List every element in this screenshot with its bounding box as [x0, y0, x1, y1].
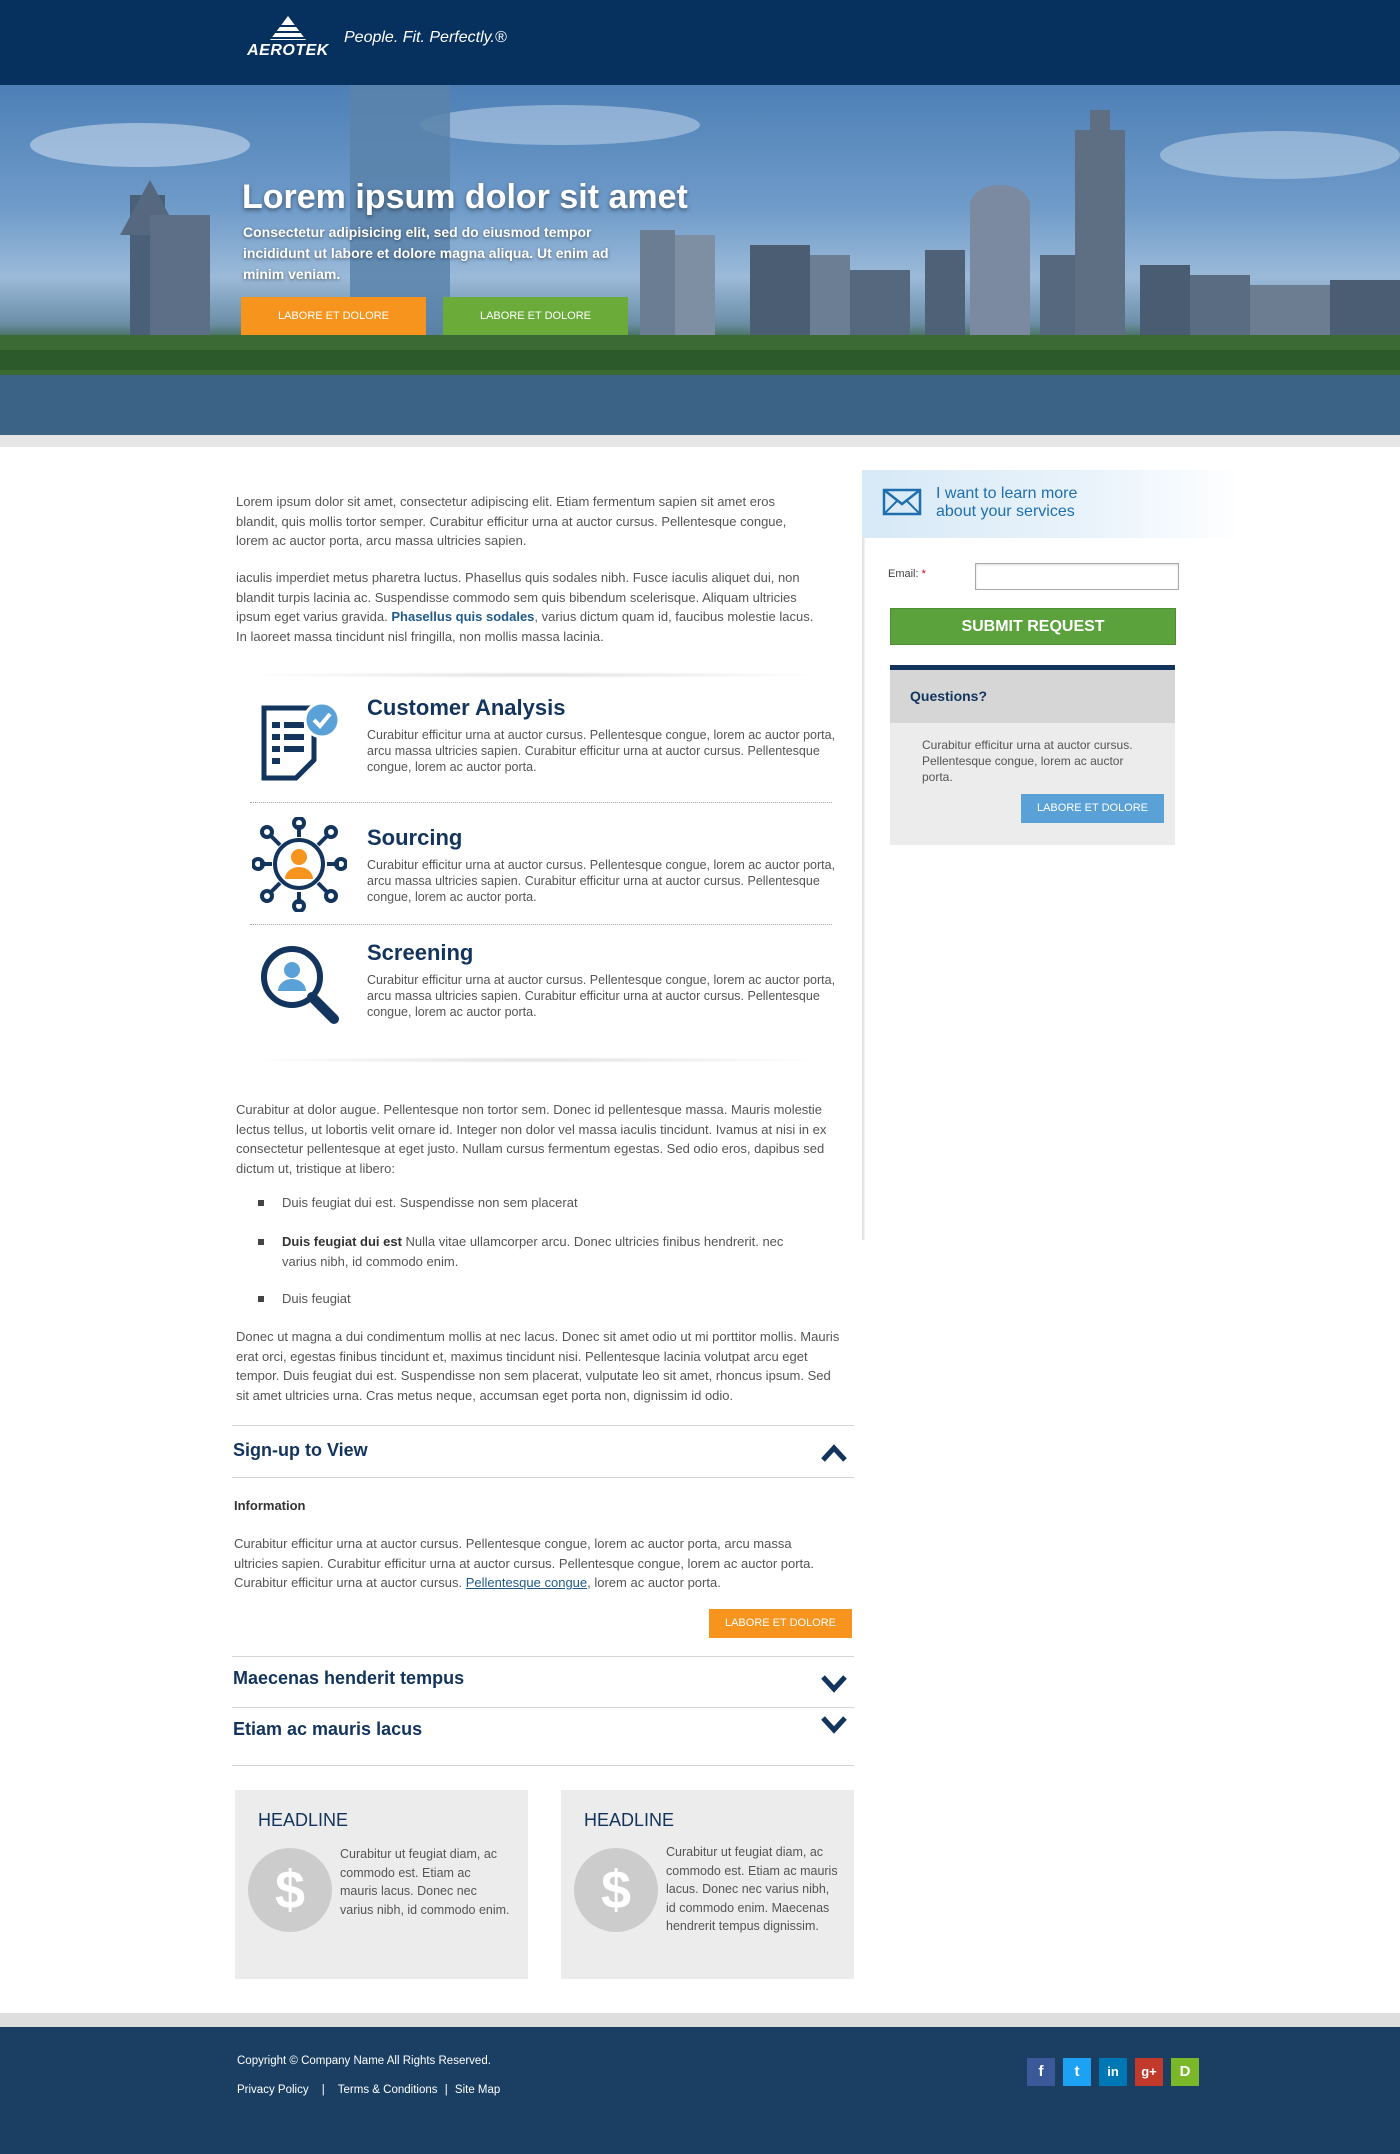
accordion-divider: [232, 1765, 854, 1766]
accordion-inline-link[interactable]: Pellentesque congue: [466, 1575, 587, 1590]
footer-links: Privacy Policy | Terms & Conditions | Si…: [237, 2084, 500, 2096]
copyright-text: Copyright © Company Name All Rights Rese…: [237, 2055, 491, 2067]
learn-more-text: I want to learn more about your services: [936, 485, 1078, 520]
email-input[interactable]: [975, 563, 1179, 590]
city-skyline-illustration: [0, 85, 1400, 435]
tagline: People. Fit. Perfectly.®: [344, 29, 507, 46]
bullet-marker: [258, 1200, 264, 1206]
bullet-marker: [258, 1296, 264, 1302]
services-bottom-divider: [240, 1057, 830, 1063]
google-plus-icon[interactable]: g+: [1135, 2058, 1163, 2086]
card-text: Curabitur ut feugiat diam, ac commodo es…: [340, 1847, 510, 1917]
magnifier-person-icon: [258, 943, 340, 1025]
hero-subtitle: Consectetur adipisicing elit, sed do eiu…: [243, 224, 609, 282]
chevron-up-icon[interactable]: [820, 1442, 848, 1464]
accordion-title-maecenas[interactable]: Maecenas henderit tempus: [233, 1668, 464, 1689]
body-paragraph-1: Curabitur at dolor augue. Pellentesque n…: [236, 1102, 827, 1176]
site-footer: [0, 2027, 1400, 2154]
hero-primary-button[interactable]: LABORE ET DOLORE: [241, 297, 426, 335]
service-desc-sourcing: Curabitur efficitur urna at auctor cursu…: [367, 858, 836, 904]
email-label-text: Email:: [888, 568, 919, 580]
body-paragraph-2: Donec ut magna a dui condimentum mollis …: [236, 1329, 840, 1403]
questions-button[interactable]: LABORE ET DOLORE: [1021, 794, 1164, 823]
footer-top-strip: [0, 2013, 1400, 2027]
accordion-content-text: Curabitur efficitur urna at auctor cursu…: [234, 1534, 834, 1593]
card-headline: HEADLINE: [584, 1810, 675, 1830]
dollar-icon: $: [574, 1848, 658, 1932]
sidebar-separator: [862, 470, 865, 1240]
site-header: [0, 0, 1400, 85]
aerotek-logo[interactable]: AEROTEK: [240, 14, 336, 64]
envelope-icon: [882, 487, 922, 517]
site-map-link[interactable]: Site Map: [455, 2084, 500, 2096]
service-divider: [250, 924, 832, 925]
accordion-divider: [232, 1656, 854, 1657]
intro-inline-link[interactable]: Phasellus quis sodales: [391, 609, 534, 624]
chevron-down-icon[interactable]: [820, 1713, 848, 1735]
accordion-divider: [232, 1477, 854, 1478]
intro-paragraph-1: Lorem ipsum dolor sit amet, consectetur …: [236, 494, 787, 548]
services-top-divider: [240, 672, 830, 678]
logo-wordmark: AEROTEK: [247, 42, 329, 59]
terms-link[interactable]: Terms & Conditions: [338, 2084, 438, 2096]
chevron-down-icon[interactable]: [820, 1672, 848, 1694]
footer-separator: |: [321, 2084, 325, 2096]
email-label: Email: *: [888, 568, 926, 580]
hero-secondary-button[interactable]: LABORE ET DOLORE: [443, 297, 628, 335]
linkedin-icon[interactable]: in: [1099, 2058, 1127, 2086]
questions-text: Curabitur efficitur urna at auctor cursu…: [922, 738, 1133, 784]
bullet-item-1: Duis feugiat dui est. Suspendisse non se…: [282, 1195, 578, 1210]
bullet-item-2: Duis feugiat dui est Nulla vitae ullamco…: [282, 1232, 802, 1271]
twitter-icon[interactable]: t: [1063, 2058, 1091, 2086]
bullet-item-3: Duis feugiat: [282, 1291, 351, 1306]
service-divider: [250, 802, 832, 803]
card-text: Curabitur ut feugiat diam, ac commodo es…: [666, 1845, 838, 1933]
questions-title: Questions?: [910, 688, 988, 704]
accordion-subheading: Information: [234, 1498, 306, 1513]
service-desc-customer-analysis: Curabitur efficitur urna at auctor cursu…: [367, 728, 836, 774]
facebook-icon[interactable]: f: [1027, 2058, 1055, 2086]
hero-bottom-strip: [0, 435, 1400, 447]
accordion-text-b: , lorem ac auctor porta.: [587, 1575, 721, 1590]
intro-paragraph-2: iaculis imperdiet metus pharetra luctus.…: [236, 568, 826, 646]
network-person-icon: [251, 816, 348, 913]
accordion-divider: [232, 1425, 854, 1426]
checklist-icon: [258, 700, 341, 786]
accordion-divider: [232, 1707, 854, 1708]
hero-banner: [0, 85, 1400, 435]
submit-request-button[interactable]: SUBMIT REQUEST: [890, 608, 1176, 645]
service-title-customer-analysis: Customer Analysis: [367, 695, 566, 720]
accordion-action-button[interactable]: LABORE ET DOLORE: [709, 1609, 852, 1638]
bullet-item-2-bold: Duis feugiat dui est: [282, 1234, 402, 1249]
required-marker: *: [921, 568, 926, 580]
service-desc-screening: Curabitur efficitur urna at auctor cursu…: [367, 973, 836, 1019]
bullet-marker: [258, 1239, 264, 1245]
accordion-title-sign-up[interactable]: Sign-up to View: [233, 1440, 368, 1461]
accordion-title-etiam[interactable]: Etiam ac mauris lacus: [233, 1719, 422, 1740]
glassdoor-icon[interactable]: D: [1171, 2058, 1199, 2086]
service-title-screening: Screening: [367, 940, 474, 965]
dollar-icon: $: [248, 1848, 332, 1932]
service-title-sourcing: Sourcing: [367, 825, 463, 850]
card-headline: HEADLINE: [258, 1810, 349, 1830]
hero-title: Lorem ipsum dolor sit amet: [242, 178, 688, 216]
privacy-policy-link[interactable]: Privacy Policy: [237, 2084, 309, 2096]
footer-separator: |: [444, 2084, 448, 2096]
